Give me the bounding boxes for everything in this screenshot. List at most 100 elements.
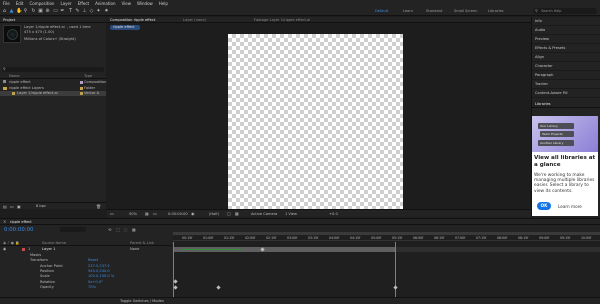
layer-name[interactable]: Layer 1 bbox=[42, 247, 55, 251]
rotation-value[interactable]: 0x+0.0° bbox=[88, 280, 103, 284]
property-transform[interactable]: Transform bbox=[30, 258, 48, 262]
new-composition-icon[interactable]: ▣ bbox=[17, 204, 21, 209]
keyframe[interactable] bbox=[393, 285, 398, 290]
workspace-default[interactable]: Default bbox=[375, 9, 388, 13]
motion-blur-icon[interactable]: ◌ bbox=[124, 227, 128, 232]
exposure-value[interactable]: +0.0 bbox=[329, 212, 338, 216]
column-type[interactable]: Type bbox=[84, 74, 92, 78]
interpret-footage-icon[interactable]: ▤ bbox=[3, 204, 7, 209]
opacity-value[interactable]: 70% bbox=[88, 285, 96, 289]
column-source-name[interactable]: Source Name bbox=[42, 241, 66, 245]
zoom-tool-icon[interactable]: ⚲ bbox=[23, 8, 28, 14]
comp-flowchart-icon[interactable]: ⟲ bbox=[108, 227, 111, 232]
timeline-search-field[interactable] bbox=[60, 227, 86, 232]
libraries-ok-button[interactable]: OK bbox=[537, 202, 551, 210]
safe-margins-icon[interactable]: ▦ bbox=[145, 211, 149, 216]
column-name[interactable]: Name bbox=[9, 74, 20, 78]
close-icon[interactable]: × bbox=[3, 219, 6, 224]
layer-label-color[interactable] bbox=[22, 248, 25, 251]
tab-project[interactable]: Project bbox=[3, 18, 15, 22]
property-rotation[interactable]: Rotation bbox=[40, 280, 55, 284]
tab-libraries[interactable]: Libraries bbox=[535, 102, 551, 106]
current-time[interactable]: 0:00:00:00 bbox=[168, 212, 188, 216]
keyframe[interactable] bbox=[173, 279, 178, 284]
toggle-switches-modes[interactable]: Toggle Switches / Modes bbox=[120, 299, 164, 303]
workspace-learn[interactable]: Learn bbox=[403, 9, 413, 13]
tab-footage[interactable]: Footage Layer 1/ripple effect.ai bbox=[254, 18, 310, 22]
visibility-icon[interactable]: ◉ bbox=[3, 247, 6, 251]
libraries-learn-more-link[interactable]: Learn more bbox=[558, 204, 582, 209]
scale-value[interactable]: 100.0,100.0 % bbox=[88, 274, 114, 278]
type-tool-icon[interactable]: T bbox=[68, 8, 73, 14]
pen-tool-icon[interactable]: ✒ bbox=[60, 8, 65, 14]
new-folder-icon[interactable]: ▭ bbox=[10, 204, 14, 209]
brush-tool-icon[interactable]: ✎ bbox=[75, 8, 80, 14]
camera-tool-icon[interactable]: ▣ bbox=[38, 8, 43, 14]
time-ruler[interactable]: 00:15f 01:00f 01:15f 02:00f 02:15f 03:00… bbox=[173, 236, 600, 241]
project-row-selected[interactable]: Layer 1/ripple effect.ai Vector A bbox=[0, 91, 106, 96]
property-masks[interactable]: Masks bbox=[30, 253, 41, 257]
region-of-interest-icon[interactable]: ▢ bbox=[227, 211, 231, 216]
panel-content-aware-fill[interactable]: Content-Aware Fill bbox=[532, 89, 600, 98]
menu-window[interactable]: Window bbox=[137, 1, 153, 6]
work-area-bar[interactable] bbox=[173, 232, 600, 235]
view-layout-dropdown[interactable]: 1 View bbox=[285, 212, 297, 216]
menu-layer[interactable]: Layer bbox=[60, 1, 71, 6]
tab-timeline[interactable]: ripple effect bbox=[10, 220, 32, 224]
pan-behind-icon[interactable]: ⊕ bbox=[45, 8, 50, 14]
panel-character[interactable]: Character bbox=[532, 62, 600, 71]
panel-preview[interactable]: Preview bbox=[532, 35, 600, 44]
panel-info[interactable]: Info bbox=[532, 17, 600, 26]
menu-view[interactable]: View bbox=[122, 1, 132, 6]
panel-tracker[interactable]: Tracker bbox=[532, 80, 600, 89]
comp-subtab[interactable]: ripple effect bbox=[110, 25, 140, 30]
draft-3d-icon[interactable]: ⬚ bbox=[116, 227, 120, 232]
transform-reset[interactable]: Reset bbox=[88, 258, 98, 262]
menu-edit[interactable]: Edit bbox=[16, 1, 24, 6]
puppet-tool-icon[interactable]: ✷ bbox=[104, 8, 109, 14]
eraser-tool-icon[interactable]: ◇ bbox=[89, 8, 94, 14]
menu-composition[interactable]: Composition bbox=[29, 1, 54, 6]
resolution-dropdown[interactable]: (Half) bbox=[209, 212, 219, 216]
tab-composition[interactable]: Composition ripple effect bbox=[110, 18, 155, 22]
position-value[interactable]: 540.0,540.0 bbox=[88, 269, 110, 273]
magnification-dropdown[interactable]: 50% bbox=[129, 212, 137, 216]
composition-canvas[interactable] bbox=[228, 34, 403, 209]
menu-help[interactable]: Help bbox=[159, 1, 168, 6]
snapshot-icon[interactable]: ◉ bbox=[191, 211, 195, 216]
grid-icon[interactable]: ▭ bbox=[153, 211, 157, 216]
transparency-grid-icon[interactable]: ▩ bbox=[235, 211, 239, 216]
graph-editor-icon[interactable]: ▦ bbox=[132, 227, 136, 232]
project-search-field[interactable]: ⚲ bbox=[2, 67, 104, 72]
parent-dropdown[interactable]: None bbox=[130, 247, 139, 251]
timeline-current-time[interactable]: 0:00:00:00 bbox=[4, 227, 33, 233]
menu-effect[interactable]: Effect bbox=[78, 1, 90, 6]
delete-icon[interactable]: 🗑 bbox=[96, 204, 101, 209]
always-preview-icon[interactable]: ▭ bbox=[110, 211, 114, 216]
workspace-libraries[interactable]: Libraries bbox=[488, 9, 504, 13]
menu-animation[interactable]: Animation bbox=[95, 1, 115, 6]
roto-brush-icon[interactable]: ✦ bbox=[96, 8, 101, 14]
workspace-standard[interactable]: Standard bbox=[426, 9, 442, 13]
tab-layer[interactable]: Layer (none) bbox=[183, 18, 206, 22]
panel-effects-presets[interactable]: Effects & Presets bbox=[532, 44, 600, 53]
clone-stamp-icon[interactable]: ⊥ bbox=[82, 8, 87, 14]
project-row[interactable]: ripple effect Composition bbox=[0, 80, 106, 85]
rectangle-tool-icon[interactable]: ▭ bbox=[53, 8, 58, 14]
home-icon[interactable]: ⌂ bbox=[2, 8, 7, 14]
bit-depth[interactable]: 8 bpc bbox=[36, 204, 46, 208]
search-help-field[interactable]: ⚲ Search Help bbox=[533, 8, 597, 14]
keyframe[interactable] bbox=[216, 285, 221, 290]
property-scale[interactable]: Scale bbox=[40, 274, 50, 278]
layer-row[interactable]: ◉ 1 Layer 1 None bbox=[0, 247, 172, 252]
property-anchor-point[interactable]: Anchor Point bbox=[40, 264, 63, 268]
workspace-small-screen[interactable]: Small Screen bbox=[454, 9, 477, 13]
property-opacity[interactable]: Opacity bbox=[40, 285, 54, 289]
panel-align[interactable]: Align bbox=[532, 53, 600, 62]
column-parent-link[interactable]: Parent & Link bbox=[130, 241, 154, 245]
anchor-point-value[interactable]: 237.5,237.5 bbox=[88, 264, 110, 268]
camera-dropdown[interactable]: Active Camera bbox=[251, 212, 277, 216]
hand-tool-icon[interactable]: ✋ bbox=[16, 8, 22, 14]
menu-file[interactable]: File bbox=[3, 1, 10, 6]
panel-paragraph[interactable]: Paragraph bbox=[532, 71, 600, 80]
